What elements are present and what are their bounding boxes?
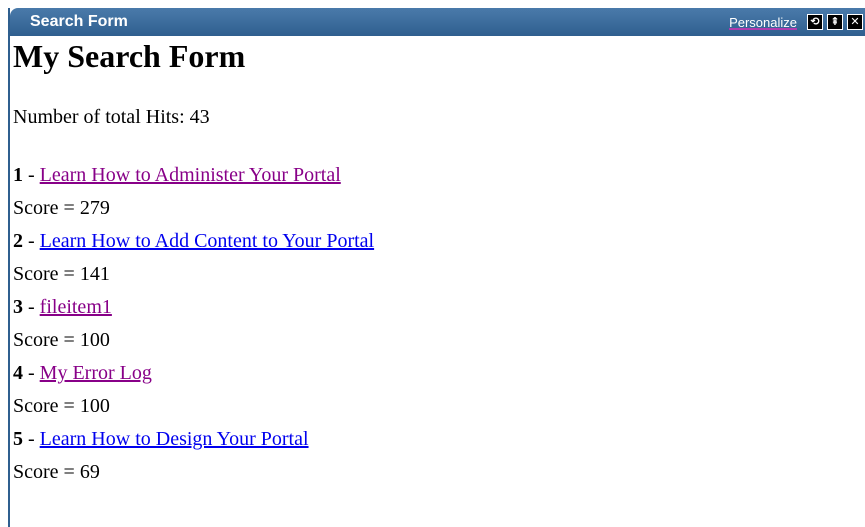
minimize-icon[interactable]: ⇞ [827, 14, 843, 30]
results-list: 1 - Learn How to Administer Your Portal … [13, 159, 853, 489]
result-score: Score = 279 [13, 197, 110, 219]
portlet-controls: Personalize ⟲ ⇞ ✕ [729, 13, 863, 31]
result-number: 5 [13, 428, 23, 450]
result-item: 1 - Learn How to Administer Your Portal [13, 159, 853, 192]
result-separator: - [23, 428, 40, 450]
result-item: 2 - Learn How to Add Content to Your Por… [13, 225, 853, 258]
portlet-title: Search Form [30, 13, 128, 30]
result-number: 4 [13, 362, 23, 384]
result-link[interactable]: Learn How to Add Content to Your Portal [40, 230, 374, 252]
result-link[interactable]: fileitem1 [40, 296, 112, 318]
result-separator: - [23, 296, 40, 318]
result-score: Score = 100 [13, 395, 110, 417]
result-number: 1 [13, 164, 23, 186]
result-link[interactable]: My Error Log [40, 362, 152, 384]
page-title: My Search Form [13, 38, 246, 74]
close-icon[interactable]: ✕ [847, 14, 863, 30]
result-item: 5 - Learn How to Design Your Portal [13, 423, 853, 456]
hits-count: 43 [189, 106, 210, 128]
personalize-link[interactable]: Personalize [729, 15, 797, 30]
total-hits: Number of total Hits: 43 [13, 104, 853, 130]
result-separator: - [23, 362, 40, 384]
result-separator: - [23, 230, 40, 252]
result-number: 2 [13, 230, 23, 252]
result-number: 3 [13, 296, 23, 318]
result-item: 4 - My Error Log [13, 357, 853, 390]
hits-label: Number of total Hits: [13, 106, 185, 128]
portlet-titlebar: Search Form Personalize ⟲ ⇞ ✕ [10, 8, 865, 36]
result-link[interactable]: Learn How to Design Your Portal [40, 428, 309, 450]
result-link[interactable]: Learn How to Administer Your Portal [40, 164, 341, 186]
result-item: 3 - fileitem1 [13, 291, 853, 324]
refresh-icon[interactable]: ⟲ [807, 14, 823, 30]
result-score: Score = 141 [13, 263, 110, 285]
result-score: Score = 69 [13, 461, 100, 483]
portlet-content: My Search Form Number of total Hits: 4 3 … [13, 36, 853, 489]
search-form-portlet: Search Form Personalize ⟲ ⇞ ✕ My Search … [8, 8, 865, 527]
result-score: Score = 100 [13, 329, 110, 351]
result-separator: - [23, 164, 40, 186]
